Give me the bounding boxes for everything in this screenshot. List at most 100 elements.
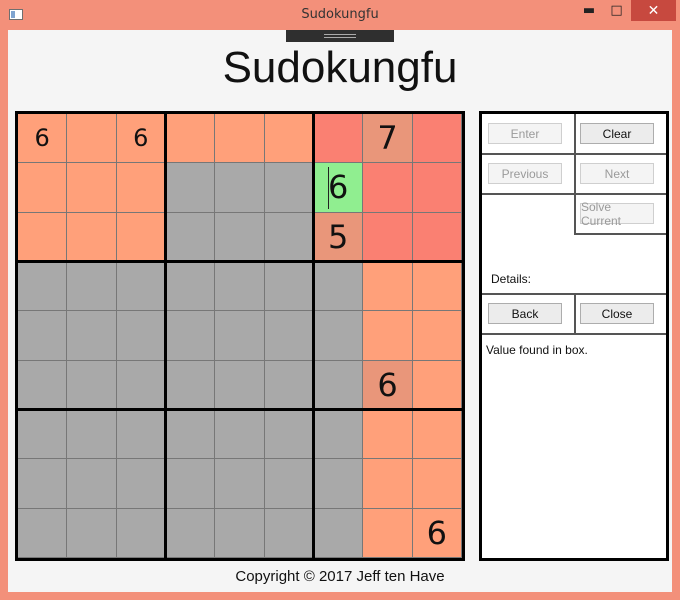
sudoku-cell[interactable]: [166, 508, 216, 558]
sudoku-cell[interactable]: [18, 459, 68, 509]
sudoku-cell[interactable]: [18, 508, 68, 558]
sudoku-cell-value[interactable]: 7: [363, 114, 413, 164]
sudoku-cell[interactable]: [116, 212, 166, 262]
sudoku-cell[interactable]: [363, 212, 413, 262]
sudoku-cell[interactable]: [264, 212, 314, 262]
sudoku-cell[interactable]: [166, 410, 216, 460]
sudoku-cell[interactable]: [67, 311, 117, 361]
sudoku-cell[interactable]: [412, 360, 462, 410]
sudoku-cell[interactable]: [412, 212, 462, 262]
sudoku-cell[interactable]: [215, 508, 265, 558]
sudoku-cell[interactable]: [363, 163, 413, 213]
sudoku-cell[interactable]: [363, 410, 413, 460]
sudoku-cell[interactable]: [215, 262, 265, 312]
sudoku-cell[interactable]: [412, 459, 462, 509]
sudoku-cell[interactable]: [215, 212, 265, 262]
sudoku-cell[interactable]: [264, 114, 314, 164]
close-button[interactable]: Close: [580, 303, 654, 324]
back-button[interactable]: Back: [488, 303, 562, 324]
sudoku-cell[interactable]: [363, 459, 413, 509]
sudoku-cell[interactable]: [264, 163, 314, 213]
panel-divider: [482, 333, 666, 335]
sudoku-cell[interactable]: [67, 212, 117, 262]
sudoku-cell[interactable]: [314, 311, 364, 361]
maximize-button[interactable]: □: [603, 0, 630, 21]
box-divider: [18, 260, 462, 263]
sudoku-cell[interactable]: [116, 163, 166, 213]
sudoku-cell[interactable]: [264, 262, 314, 312]
sudoku-cell[interactable]: [116, 459, 166, 509]
sudoku-cell-value[interactable]: 6: [18, 114, 68, 164]
sudoku-cell-value[interactable]: 6: [314, 163, 364, 213]
sudoku-cell[interactable]: [363, 262, 413, 312]
sudoku-cell[interactable]: [166, 311, 216, 361]
sudoku-cell[interactable]: [67, 114, 117, 164]
panel-column-divider: [574, 114, 576, 234]
sudoku-cell[interactable]: [116, 311, 166, 361]
enter-button[interactable]: Enter: [488, 123, 562, 144]
sudoku-cell[interactable]: [412, 114, 462, 164]
sudoku-cell[interactable]: [67, 163, 117, 213]
control-panel: Enter Clear Previous Next Solve Current …: [479, 111, 669, 561]
panel-divider: [574, 233, 666, 235]
sudoku-cell[interactable]: [116, 262, 166, 312]
sudoku-cell[interactable]: [314, 114, 364, 164]
sudoku-cell[interactable]: [412, 410, 462, 460]
sudoku-cell[interactable]: [18, 360, 68, 410]
close-window-button[interactable]: ✕: [631, 0, 676, 21]
sudoku-cell[interactable]: [412, 311, 462, 361]
sudoku-cell[interactable]: [215, 114, 265, 164]
sudoku-cell[interactable]: [314, 410, 364, 460]
sudoku-cell[interactable]: [215, 410, 265, 460]
sudoku-cell[interactable]: [264, 410, 314, 460]
sudoku-cell[interactable]: [412, 163, 462, 213]
sudoku-cell[interactable]: [314, 262, 364, 312]
sudoku-cell[interactable]: [166, 262, 216, 312]
solve-current-button[interactable]: Solve Current: [580, 200, 654, 228]
sudoku-cell[interactable]: [264, 360, 314, 410]
next-button[interactable]: Next: [580, 163, 654, 184]
sudoku-cell[interactable]: [166, 163, 216, 213]
sudoku-cell[interactable]: [264, 508, 314, 558]
sudoku-cell[interactable]: [18, 410, 68, 460]
sudoku-cell[interactable]: [116, 508, 166, 558]
sudoku-cell[interactable]: [363, 508, 413, 558]
sudoku-cell[interactable]: [18, 163, 68, 213]
sudoku-cell[interactable]: [166, 114, 216, 164]
text-cursor: [328, 167, 329, 209]
sudoku-cell[interactable]: [67, 410, 117, 460]
sudoku-cell[interactable]: [67, 262, 117, 312]
sudoku-cell[interactable]: [67, 459, 117, 509]
sudoku-cell[interactable]: [116, 360, 166, 410]
panel-column-divider: [574, 293, 576, 333]
sudoku-cell[interactable]: [314, 459, 364, 509]
sudoku-cell-value[interactable]: 6: [412, 508, 462, 558]
sudoku-cell[interactable]: [18, 311, 68, 361]
clear-button[interactable]: Clear: [580, 123, 654, 144]
sudoku-cell[interactable]: [67, 508, 117, 558]
sudoku-cell[interactable]: [314, 360, 364, 410]
sudoku-cell[interactable]: [18, 262, 68, 312]
sudoku-cell[interactable]: [264, 311, 314, 361]
sudoku-cell[interactable]: [314, 508, 364, 558]
minimize-button[interactable]: ▬: [575, 0, 603, 21]
sudoku-cell[interactable]: [67, 360, 117, 410]
sudoku-cell[interactable]: [215, 311, 265, 361]
previous-button[interactable]: Previous: [488, 163, 562, 184]
title-bar[interactable]: Sudokungfu ▬ □ ✕: [0, 0, 680, 30]
sudoku-cell[interactable]: [215, 163, 265, 213]
drag-handle[interactable]: [286, 30, 394, 42]
sudoku-cell[interactable]: [166, 212, 216, 262]
sudoku-cell[interactable]: [412, 262, 462, 312]
sudoku-cell[interactable]: [363, 311, 413, 361]
sudoku-cell[interactable]: [166, 459, 216, 509]
sudoku-cell-value[interactable]: 5: [314, 212, 364, 262]
sudoku-cell[interactable]: [215, 459, 265, 509]
sudoku-cell-value[interactable]: 6: [116, 114, 166, 164]
sudoku-cell[interactable]: [116, 410, 166, 460]
sudoku-cell-value[interactable]: 6: [363, 360, 413, 410]
sudoku-cell[interactable]: [264, 459, 314, 509]
sudoku-cell[interactable]: [215, 360, 265, 410]
sudoku-cell[interactable]: [166, 360, 216, 410]
sudoku-cell[interactable]: [18, 212, 68, 262]
